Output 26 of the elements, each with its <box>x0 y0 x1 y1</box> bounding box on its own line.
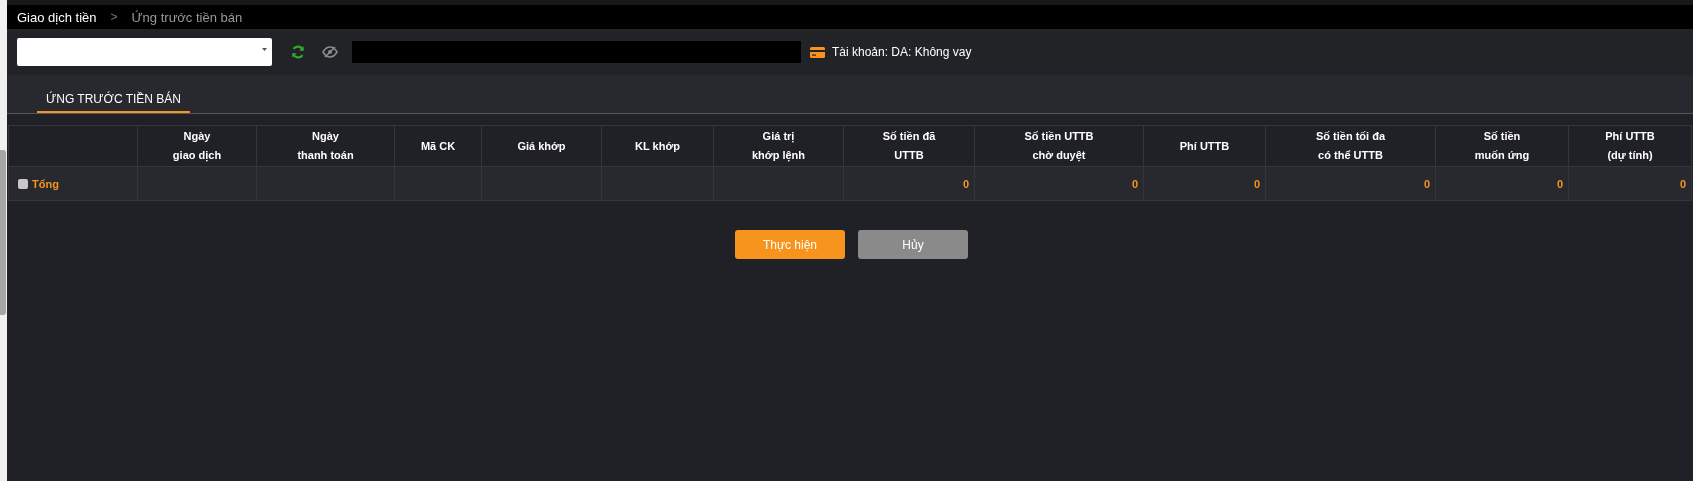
card-icon <box>810 46 825 58</box>
table-cell: 0 <box>962 177 969 190</box>
tab[interactable]: ỨNG TRƯỚC TIỀN BÁN <box>37 92 191 113</box>
account-field[interactable] <box>352 41 801 63</box>
column-header[interactable]: Số tiền muốn ứng <box>1436 127 1568 165</box>
column-header[interactable]: Phí UTTB (dự tính) <box>1569 127 1691 165</box>
breadcrumb-separator: > <box>110 10 118 24</box>
checkbox[interactable] <box>18 179 28 190</box>
column-header[interactable]: Ngày thanh toán <box>257 127 394 165</box>
account-info: Tài khoản: DA: Không vay <box>832 45 972 59</box>
table-cell: 0 <box>1131 177 1138 190</box>
column-header[interactable]: Số tiền tối đa có thể UTTB <box>1266 127 1435 165</box>
table-cell: 0 <box>1253 177 1260 190</box>
caret-icon <box>262 46 267 51</box>
column-header[interactable]: Giá trị khớp lệnh <box>714 127 843 165</box>
column-header[interactable]: Số tiền đã UTTB <box>844 127 974 165</box>
column-header[interactable]: Ngày giao dịch <box>138 127 256 165</box>
table-cell: 0 <box>1679 177 1686 190</box>
scrollbar[interactable] <box>0 150 6 315</box>
hidden-eye-icon[interactable] <box>322 46 338 58</box>
refresh-icon[interactable] <box>291 45 305 59</box>
breadcrumb-link[interactable]: Giao dịch tiền <box>17 9 97 25</box>
table-cell: 0 <box>1556 177 1563 190</box>
total-label: Tổng <box>32 178 59 191</box>
table-cell: 0 <box>1423 177 1430 190</box>
column-header[interactable]: Số tiền UTTB chờ duyệt <box>975 127 1143 165</box>
